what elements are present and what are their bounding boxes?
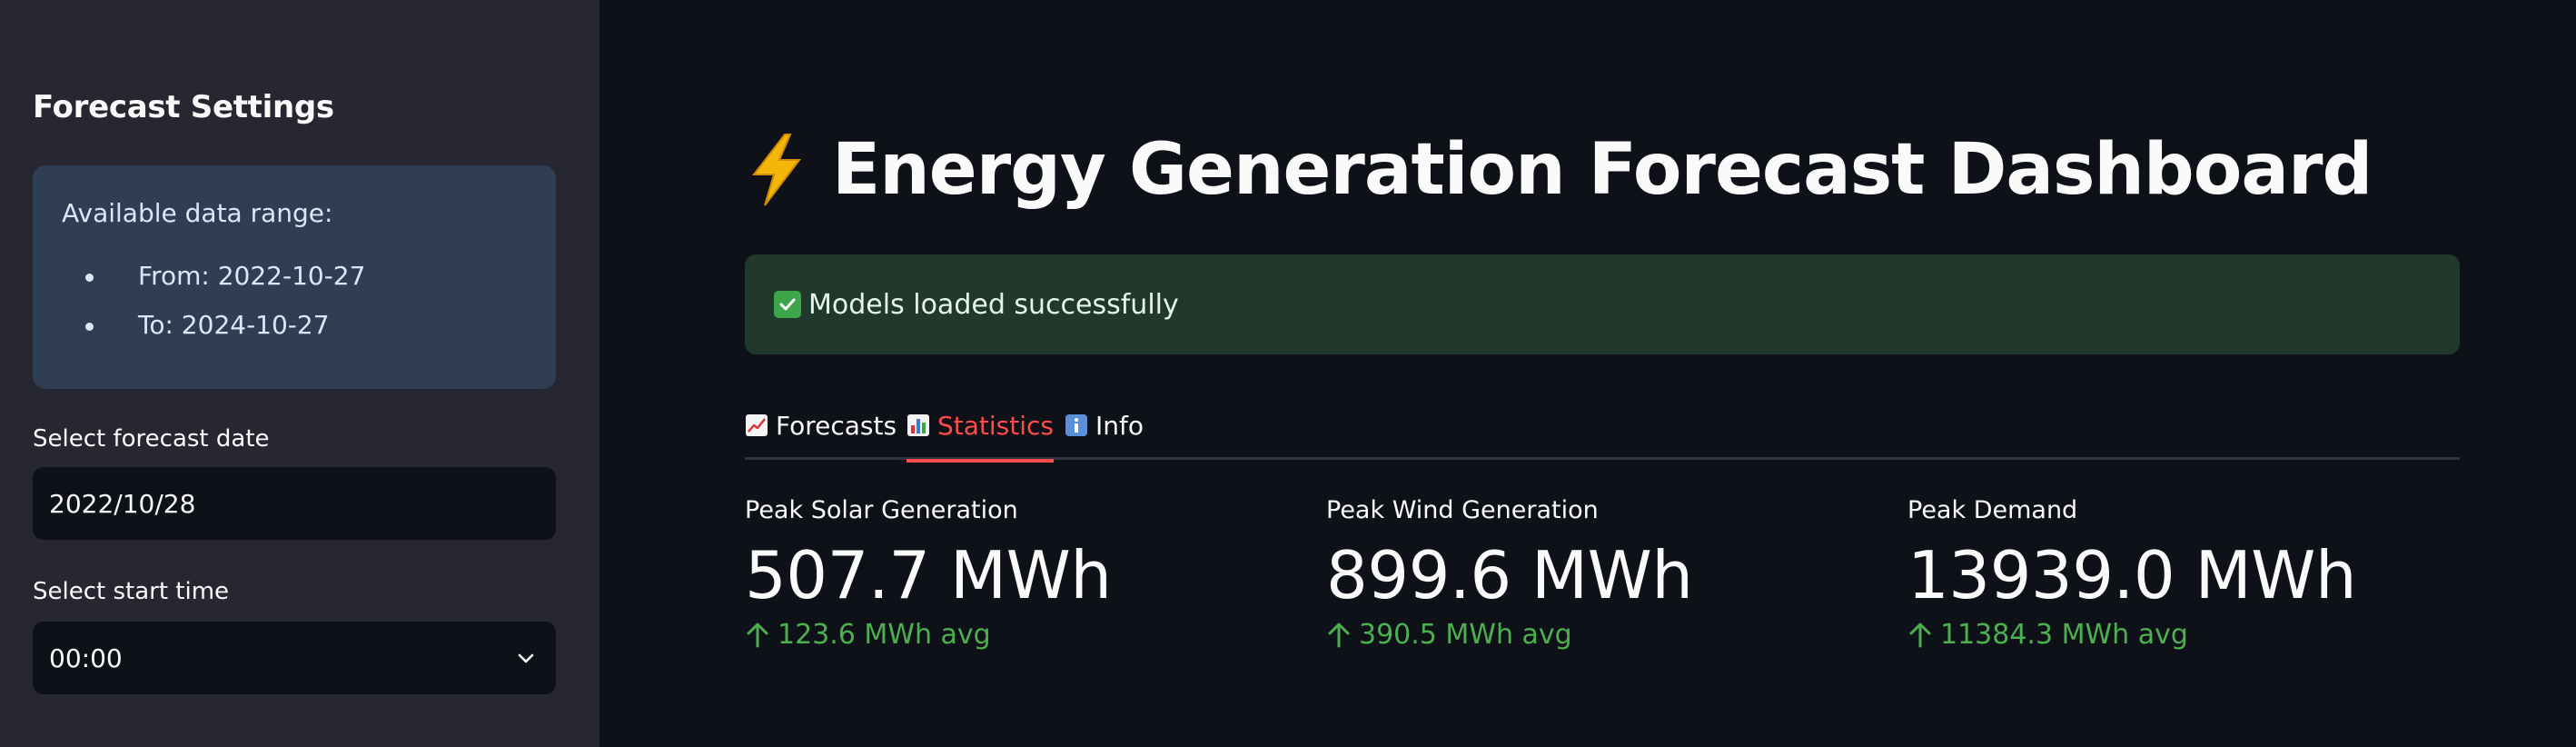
- metric-value: 899.6 MWh: [1326, 537, 1693, 613]
- arrow-up-icon: [1326, 622, 1352, 649]
- metric-value: 13939.0 MWh: [1907, 537, 2357, 613]
- check-icon: [774, 291, 801, 318]
- start-time-select[interactable]: 00:00: [33, 622, 556, 694]
- metric-peak-demand: Peak Demand 13939.0 MWh 11384.3 MWh avg: [1907, 496, 2357, 651]
- metric-label: Peak Wind Generation: [1326, 496, 1599, 524]
- success-banner: Models loaded successfully: [745, 254, 2460, 354]
- metric-peak-solar: Peak Solar Generation 507.7 MWh 123.6 MW…: [745, 496, 1112, 651]
- start-time-value: 00:00: [49, 642, 123, 673]
- metric-delta-text: 123.6 MWh avg: [778, 619, 991, 651]
- info-icon: [1065, 413, 1088, 437]
- metric-delta: 390.5 MWh avg: [1326, 619, 1692, 651]
- page-title-text: Energy Generation Forecast Dashboard: [832, 129, 2373, 211]
- sidebar-title: Forecast Settings: [33, 89, 334, 125]
- bar-chart-icon: [907, 413, 930, 437]
- metric-label: Peak Demand: [1907, 496, 2078, 524]
- metric-value: 507.7 MWh: [745, 537, 1112, 613]
- info-heading: Available data range:: [62, 198, 333, 228]
- tab-bar: Forecasts Statistics Info: [745, 391, 2460, 463]
- arrow-up-icon: [745, 622, 770, 649]
- metric-delta: 11384.3 MWh avg: [1907, 619, 2356, 651]
- main-content: Energy Generation Forecast Dashboard Mod…: [599, 0, 2576, 747]
- chart-increasing-icon: [745, 413, 768, 437]
- page-title: Energy Generation Forecast Dashboard: [745, 129, 2373, 211]
- forecast-date-input[interactable]: 2022/10/28: [33, 467, 556, 540]
- chevron-down-icon: [512, 644, 540, 672]
- metric-delta: 123.6 MWh avg: [745, 619, 1111, 651]
- success-banner-text: Models loaded successfully: [808, 288, 1179, 321]
- list-item: From: 2022-10-27: [85, 252, 556, 301]
- app-root: Forecast Settings Available data range: …: [0, 0, 2576, 747]
- sidebar: Forecast Settings Available data range: …: [0, 0, 599, 747]
- metric-label: Peak Solar Generation: [745, 496, 1018, 524]
- tab-label: Statistics: [937, 410, 1054, 441]
- forecast-date-label: Select forecast date: [33, 425, 270, 453]
- start-time-label: Select start time: [33, 578, 230, 605]
- data-range-info-box: Available data range: From: 2022-10-27 T…: [33, 165, 556, 389]
- list-item: To: 2024-10-27: [85, 301, 556, 350]
- tab-statistics[interactable]: Statistics: [907, 400, 1054, 463]
- arrow-up-icon: [1907, 622, 1933, 649]
- tab-forecasts[interactable]: Forecasts: [745, 400, 897, 451]
- tab-label: Forecasts: [776, 410, 897, 441]
- metric-delta-text: 11384.3 MWh avg: [1940, 619, 2188, 651]
- metric-delta-text: 390.5 MWh avg: [1359, 619, 1572, 651]
- tab-label: Info: [1095, 410, 1144, 441]
- metric-peak-wind: Peak Wind Generation 899.6 MWh 390.5 MWh…: [1326, 496, 1693, 651]
- tab-info[interactable]: Info: [1065, 400, 1144, 451]
- lightning-bolt-icon: [745, 133, 808, 207]
- forecast-date-value: 2022/10/28: [49, 488, 196, 519]
- data-range-list: From: 2022-10-27 To: 2024-10-27: [62, 252, 556, 350]
